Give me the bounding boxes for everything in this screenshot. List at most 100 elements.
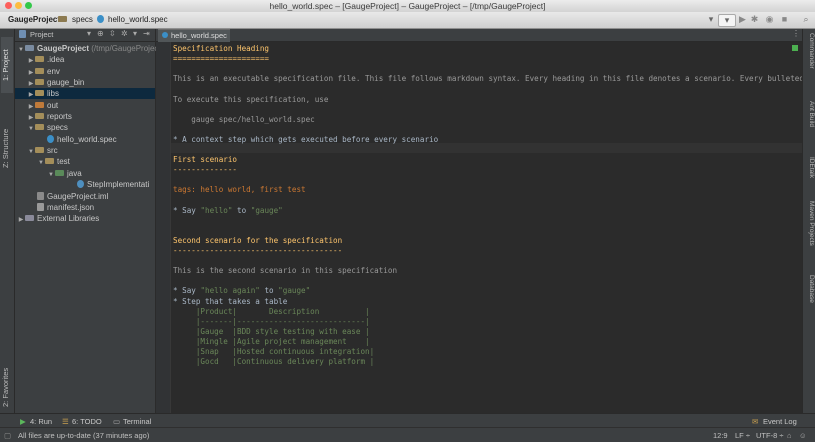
settings-dropdown-icon[interactable]: ▾: [133, 29, 137, 38]
step-text: to: [232, 205, 251, 215]
collapse-arrow-icon[interactable]: ▶: [17, 215, 25, 226]
tree-item-reports[interactable]: ▶ reports: [27, 111, 72, 122]
step-parameter: "hello": [200, 205, 233, 215]
collapse-all-icon[interactable]: ⇳: [109, 29, 116, 38]
tab-idetalk[interactable]: IDEtalk: [804, 157, 815, 187]
coverage-icon[interactable]: ◉: [765, 14, 774, 25]
tree-item-env[interactable]: ▶ env: [27, 66, 60, 77]
tree-item-specs[interactable]: ▼ specs: [27, 122, 68, 133]
expand-arrow-icon[interactable]: ▼: [37, 158, 45, 169]
step-parameter: "gauge": [250, 205, 283, 215]
tree-item-manifest-json[interactable]: manifest.json: [37, 202, 94, 213]
tree-item-test[interactable]: ▼ test: [37, 156, 70, 167]
step-parameter: "hello again": [200, 286, 260, 296]
folder-icon: [35, 113, 44, 119]
caret-position[interactable]: 12:9: [713, 431, 728, 440]
tree-item-label: manifest.json: [47, 203, 95, 212]
navigation-bar: GaugeProject specs hello_world.spec ▾ ▾ …: [0, 12, 815, 29]
tab-maven-projects[interactable]: Maven Projects: [804, 201, 815, 259]
editor-line: * Say "hello" to "gauge": [173, 206, 283, 216]
hide-panel-icon[interactable]: ⇥: [143, 29, 150, 38]
tab-run[interactable]: 4: Run: [30, 417, 52, 426]
folder-icon: [35, 90, 44, 96]
editor-line: * Step that takes a table: [173, 296, 288, 306]
tab-database[interactable]: Database: [804, 275, 815, 311]
tree-item-label: reports: [47, 112, 72, 121]
tab-event-log[interactable]: Event Log: [763, 417, 797, 426]
folder-icon: [35, 79, 44, 85]
editor-gutter: [156, 42, 170, 413]
libraries-icon: [25, 215, 34, 221]
tab-ant-build[interactable]: Ant Build: [804, 101, 815, 137]
tree-item-libs[interactable]: ▶ libs: [15, 88, 155, 99]
build-icon[interactable]: ▾: [706, 14, 716, 25]
breadcrumb-file-icon: [97, 15, 107, 24]
tree-item-gauge-bin[interactable]: ▶ gauge_bin: [27, 77, 85, 88]
tab-commander[interactable]: Commander: [804, 33, 815, 81]
tree-item-hello-world-spec[interactable]: hello_world.spec: [47, 134, 117, 145]
line-separator[interactable]: LF ÷: [735, 431, 750, 440]
tree-item-label: libs: [47, 89, 60, 98]
status-toggle-icon[interactable]: ▢: [4, 431, 11, 440]
run-config-dropdown[interactable]: ▾: [718, 14, 736, 27]
debug-icon[interactable]: ✱: [750, 14, 759, 25]
stop-icon[interactable]: ■: [780, 14, 789, 25]
spec-editor[interactable]: Specification Heading ===================…: [156, 42, 802, 413]
tree-item-gaugeproject[interactable]: ▼ GaugeProject (/tmp/GaugeProject): [17, 43, 163, 54]
tree-item-path: (/tmp/GaugeProject): [91, 44, 164, 53]
project-tree: ▼ GaugeProject (/tmp/GaugeProject) ▶ .idea…: [15, 42, 163, 413]
run-icon[interactable]: ▶: [738, 14, 747, 25]
step-text: * Say: [173, 205, 201, 215]
tree-item-label: gauge_bin: [47, 78, 85, 87]
editor-line: |Snap |Hosted continuous integration|: [173, 347, 375, 356]
editor-tab-label: hello_world.spec: [171, 31, 227, 40]
editor-line: |Product| Description |: [173, 306, 370, 316]
right-tool-strip: Commander Ant Build IDEtalk Maven Projec…: [802, 29, 815, 413]
lock-icon[interactable]: ⌂: [787, 431, 792, 440]
tree-item-idea[interactable]: ▶ .idea: [27, 54, 65, 65]
tree-item-external-libraries[interactable]: ▶ External Libraries: [17, 213, 100, 226]
tree-item-out[interactable]: ▶ out: [27, 100, 58, 111]
editor-tab-hello-world[interactable]: hello_world.spec: [158, 29, 230, 42]
tab-terminal[interactable]: Terminal: [123, 417, 151, 426]
tree-item-label: StepImplementati: [87, 180, 150, 189]
status-message: All files are up-to-date (37 minutes ago…: [18, 431, 150, 440]
tree-item-label: specs: [47, 123, 68, 132]
breadcrumb-project[interactable]: GaugeProject: [8, 15, 60, 24]
tree-item-label: GaugeProject: [37, 44, 90, 53]
expand-arrow-icon[interactable]: ▼: [47, 170, 55, 181]
tree-item-stepimplementation[interactable]: StepImplementati: [77, 179, 149, 190]
view-dropdown-icon[interactable]: ▾: [87, 29, 91, 38]
expand-arrow-icon[interactable]: ▼: [27, 147, 35, 158]
iml-file-icon: [37, 192, 44, 200]
editor-tabs-menu-icon[interactable]: ⋮: [792, 29, 800, 38]
expand-arrow-icon[interactable]: ▼: [27, 124, 35, 135]
scroll-from-source-icon[interactable]: ⊕: [97, 29, 104, 38]
tree-item-label: java: [67, 169, 82, 178]
breadcrumb-folder-icon: [58, 15, 70, 24]
breadcrumb-specs[interactable]: specs: [72, 15, 93, 24]
inspection-status-icon[interactable]: [792, 45, 798, 51]
tree-item-gaugeproject-iml[interactable]: GaugeProject.iml: [37, 191, 108, 202]
editor-line: -------------------------------------: [173, 246, 343, 255]
editor-line: First scenario: [173, 155, 238, 165]
todo-icon: ☰: [62, 417, 69, 426]
editor-line: |Gocd |Continuous delivery platform |: [173, 357, 375, 367]
project-view-selector[interactable]: Project: [30, 30, 53, 39]
tab-favorites[interactable]: 2: Favorites: [1, 361, 13, 413]
breadcrumb-file[interactable]: hello_world.spec: [108, 15, 168, 24]
java-class-icon: [77, 180, 84, 188]
file-encoding[interactable]: UTF-8 ÷: [756, 431, 783, 440]
tab-todo[interactable]: 6: TODO: [72, 417, 102, 426]
module-icon: [25, 45, 34, 51]
tree-item-label: src: [47, 146, 58, 155]
tab-project[interactable]: 1: Project: [1, 37, 13, 93]
gear-icon[interactable]: ✲: [121, 29, 128, 38]
tree-item-java[interactable]: ▼ java: [47, 168, 82, 179]
expand-arrow-icon[interactable]: ▼: [17, 45, 25, 56]
hector-icon[interactable]: ☺: [799, 431, 807, 440]
tab-structure[interactable]: Z: Structure: [1, 117, 13, 179]
search-everywhere-icon[interactable]: ⌕: [800, 14, 812, 25]
folder-icon: [35, 68, 44, 74]
tree-item-src[interactable]: ▼ src: [27, 145, 58, 156]
